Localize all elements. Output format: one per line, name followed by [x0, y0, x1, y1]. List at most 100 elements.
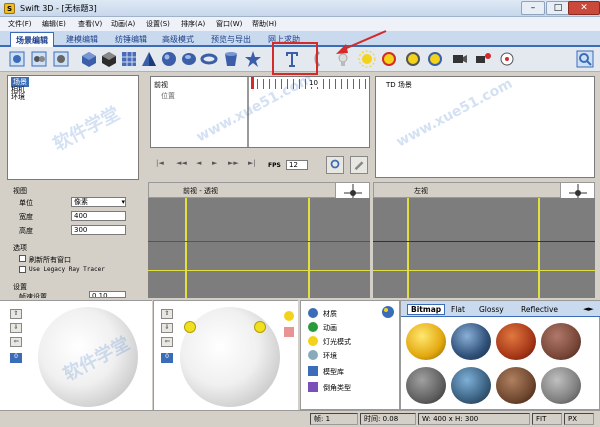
zoom-icon[interactable] [576, 50, 594, 68]
app-icon: S [4, 3, 15, 14]
legacy-raytracer-checkbox[interactable] [19, 266, 26, 273]
light-down-button[interactable]: ⇩ [161, 323, 173, 333]
group-settings-label: 设置 [13, 283, 27, 291]
tab-preview-export[interactable]: 预览与导出 [211, 34, 251, 45]
rotate-up-button[interactable]: ⇧ [10, 309, 22, 319]
menu-window[interactable]: 窗口(W) [216, 19, 242, 29]
grid-line-yellow [185, 198, 187, 298]
grid-axis-x [148, 241, 370, 242]
tab-modeling[interactable]: 建模编辑 [66, 34, 98, 45]
apply-material-icon[interactable] [381, 305, 395, 319]
category-animation[interactable]: 动画 [323, 323, 337, 333]
step-back-icon[interactable]: ◄ [196, 159, 201, 167]
category-model-library[interactable]: 模型库 [323, 367, 344, 377]
torus-icon[interactable] [200, 50, 218, 68]
status-fit[interactable]: FIT [532, 413, 562, 425]
menu-view[interactable]: 查看(V) [78, 19, 102, 29]
viewport-left-title[interactable]: 前视 - 透视 [183, 186, 218, 196]
menu-help[interactable]: 帮助(H) [252, 19, 277, 29]
material-category-list: 材质 动画 灯光模式 环境 模型库 倒角类型 [300, 300, 400, 410]
material-blue-marble[interactable] [451, 367, 491, 404]
next-frame-icon[interactable]: ►► [228, 159, 239, 167]
material-brick[interactable] [541, 323, 581, 360]
material-earth[interactable] [451, 323, 491, 360]
category-lighting[interactable]: 灯光模式 [323, 337, 351, 347]
maximize-button[interactable]: □ [546, 1, 570, 15]
material-wood[interactable] [496, 367, 536, 404]
light-settings-icon[interactable] [282, 325, 296, 339]
light-handle[interactable] [184, 321, 196, 333]
grid-cube-icon[interactable] [120, 50, 138, 68]
rotate-left-button[interactable]: ⇦ [10, 337, 22, 347]
menu-file[interactable]: 文件(F) [8, 19, 32, 29]
minimize-button[interactable]: – [521, 1, 545, 15]
new-scene-icon[interactable] [8, 50, 26, 68]
gallery-tab-flat[interactable]: Flat [451, 305, 465, 314]
height-input[interactable]: 300 [71, 225, 126, 235]
light-up-button[interactable]: ⇧ [161, 309, 173, 319]
loop-button[interactable] [326, 156, 344, 174]
cylinder-icon[interactable] [180, 50, 198, 68]
rotate-down-button[interactable]: ⇩ [10, 323, 22, 333]
scene-tree-root[interactable]: TD 场景 [386, 80, 412, 90]
light-sphere[interactable] [180, 307, 280, 407]
playhead[interactable] [251, 77, 254, 89]
close-button[interactable]: ✕ [568, 1, 600, 15]
viewport-left-view[interactable] [373, 198, 595, 298]
material-rust[interactable] [496, 323, 536, 360]
play-icon[interactable]: ► [212, 159, 217, 167]
import-icon[interactable] [30, 50, 48, 68]
outline-item[interactable]: 环境 [11, 92, 25, 102]
menu-animation[interactable]: 动画(A) [111, 19, 135, 29]
area-light-icon[interactable] [426, 50, 444, 68]
light-layer-badge[interactable]: 0 [161, 353, 173, 363]
category-environment[interactable]: 环境 [323, 351, 337, 361]
legacy-raytracer-label: Use Legacy Ray Tracer [29, 266, 105, 273]
material-yellow[interactable] [406, 323, 446, 360]
gallery-tab-glossy[interactable]: Glossy [479, 305, 504, 314]
material-granite[interactable] [541, 367, 581, 404]
link-icon[interactable] [52, 50, 70, 68]
add-light-icon[interactable] [282, 309, 296, 323]
menu-edit[interactable]: 编辑(E) [42, 19, 66, 29]
viewport-right-title[interactable]: 左视 [414, 186, 428, 196]
gallery-tab-bitmap[interactable]: Bitmap [407, 304, 446, 315]
unit-select[interactable]: 像素 ▾ [71, 197, 126, 207]
anim-input[interactable]: 0.10 [89, 291, 126, 298]
tab-lathe[interactable]: 纺锤编辑 [115, 34, 147, 45]
gallery-scroll-arrows-icon[interactable]: ◄► [583, 305, 594, 313]
status-px[interactable]: PX [564, 413, 594, 425]
tab-advanced[interactable]: 高级模式 [162, 34, 194, 45]
tab-scene-editor[interactable]: 场景编辑 [10, 32, 54, 47]
fps-input[interactable]: 12 [286, 160, 308, 170]
refresh-checkbox[interactable] [19, 255, 26, 262]
gallery-tab-reflective[interactable]: Reflective [521, 305, 558, 314]
prev-frame-icon[interactable]: ◄◄ [176, 159, 187, 167]
light-left-button[interactable]: ⇦ [161, 337, 173, 347]
box-icon[interactable] [100, 50, 118, 68]
bevel-icon [308, 382, 318, 392]
unit-value: 像素 [74, 198, 88, 206]
category-materials[interactable]: 材质 [323, 309, 337, 319]
star-icon[interactable] [244, 50, 262, 68]
material-stone[interactable] [406, 367, 446, 404]
cube-icon[interactable] [80, 50, 98, 68]
menu-settings[interactable]: 设置(S) [146, 19, 170, 29]
render-icon[interactable] [498, 50, 516, 68]
camera-target-icon[interactable] [474, 50, 492, 68]
edit-keys-button[interactable] [350, 156, 368, 174]
cone-icon[interactable] [222, 50, 240, 68]
rewind-icon[interactable]: |◄ [156, 159, 164, 167]
pyramid-icon[interactable] [140, 50, 158, 68]
sphere-icon[interactable] [160, 50, 178, 68]
layer-0-badge[interactable]: 0 [10, 353, 22, 363]
width-input[interactable]: 400 [71, 211, 126, 221]
category-bevel[interactable]: 倒角类型 [323, 383, 351, 393]
camera-icon[interactable] [450, 50, 468, 68]
model-library-icon [308, 366, 318, 376]
end-icon[interactable]: ►| [248, 159, 256, 167]
point-light-icon[interactable] [404, 50, 422, 68]
viewport-front-perspective[interactable] [148, 198, 370, 298]
menu-arrange[interactable]: 排序(A) [181, 19, 205, 29]
light-handle[interactable] [254, 321, 266, 333]
